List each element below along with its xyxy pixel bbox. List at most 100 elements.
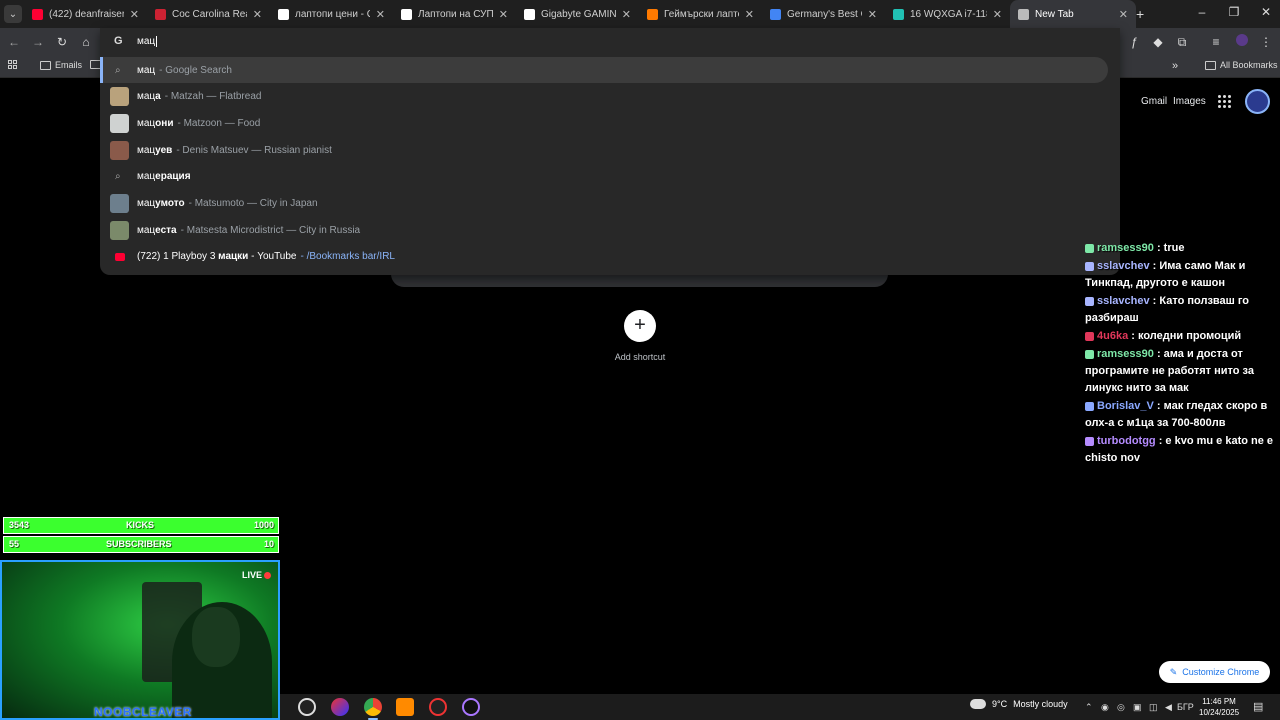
tray-app-icon[interactable]: ◎ bbox=[1117, 702, 1125, 713]
back-icon[interactable]: ← bbox=[6, 34, 22, 50]
tab-close-icon[interactable]: ✕ bbox=[868, 8, 877, 21]
function-icon[interactable]: ƒ bbox=[1126, 34, 1142, 50]
restore-button[interactable]: ❐ bbox=[1222, 5, 1246, 19]
more-bookmarks-button[interactable]: » bbox=[1172, 60, 1178, 72]
home-icon[interactable]: ⌂ bbox=[78, 34, 94, 50]
suggestion-thumbnail bbox=[110, 220, 129, 240]
omnibox-input[interactable]: мац bbox=[137, 36, 157, 47]
omnibox-suggestion[interactable]: мацуев - Denis Matsuev — Russian pianist bbox=[100, 137, 1108, 163]
folder-icon bbox=[1205, 60, 1216, 70]
omnibox-suggestion[interactable]: ⌕ мацерация bbox=[100, 164, 1108, 190]
suggestion-query-typed: (722) 1 Playboy 3 bbox=[137, 251, 219, 263]
browser-tab[interactable]: Germany's Best Gam ✕ bbox=[762, 0, 885, 28]
tab-favicon-icon bbox=[1018, 8, 1029, 20]
browser-tab[interactable]: Лаптопи на СУПЕР Ц ✕ bbox=[393, 0, 516, 28]
taskbar-app-icon[interactable] bbox=[429, 698, 447, 716]
suggestion-bookmark-path: - /Bookmarks bar/IRL bbox=[300, 251, 395, 263]
all-bookmarks-folder[interactable]: All Bookmarks bbox=[1205, 60, 1278, 70]
notifications-icon[interactable]: ▤ bbox=[1253, 700, 1263, 713]
tab-close-icon[interactable]: ✕ bbox=[499, 8, 508, 21]
tab-close-icon[interactable]: ✕ bbox=[622, 8, 631, 21]
chat-message: ramsess90 : ама и доста от програмите не… bbox=[1085, 346, 1275, 397]
tab-close-icon[interactable]: ✕ bbox=[993, 8, 1002, 21]
subs-goal: 10 bbox=[263, 539, 274, 549]
extensions-puzzle-icon[interactable]: ⧉ bbox=[1174, 34, 1190, 50]
kicks-current: 3543 bbox=[9, 520, 30, 530]
suggestion-text: мацеста - Matsesta Microdistrict — City i… bbox=[137, 225, 360, 236]
tab-close-icon[interactable]: ✕ bbox=[745, 8, 754, 21]
add-shortcut-label: Add shortcut bbox=[614, 352, 666, 362]
weather-widget[interactable]: 9°C Mostly cloudy bbox=[970, 699, 1068, 709]
tray-chevron-icon[interactable]: ⌃ bbox=[1085, 702, 1093, 713]
browser-tab[interactable]: лаптопи цени - Goo ✕ bbox=[270, 0, 393, 28]
tab-search-button[interactable]: ⌄ bbox=[4, 5, 22, 23]
omnibox-suggestion[interactable]: ⌕ мац - Google Search bbox=[100, 57, 1108, 83]
taskbar-app-icon[interactable] bbox=[462, 698, 480, 716]
browser-tab[interactable]: (422) deanfraiser ✕ bbox=[24, 0, 147, 28]
apps-shortcut-icon[interactable] bbox=[8, 60, 17, 69]
folder-icon bbox=[40, 60, 51, 70]
volume-icon[interactable]: ◀ bbox=[1165, 702, 1172, 713]
chat-text: : коледни промоций bbox=[1128, 330, 1242, 342]
suggestion-description: - Matzoon — Food bbox=[177, 117, 261, 129]
suggestion-query-typed: мац bbox=[137, 171, 156, 183]
suggestion-query: мацерация bbox=[137, 171, 191, 182]
suggestion-text: мацумото - Matsumoto — City in Japan bbox=[137, 198, 318, 209]
images-link[interactable]: Images bbox=[1173, 96, 1206, 107]
chat-badge-icon bbox=[1085, 261, 1094, 271]
reload-icon[interactable]: ↻ bbox=[54, 34, 70, 50]
tab-title: Gigabyte GAMING A bbox=[541, 8, 616, 20]
gmail-link[interactable]: Gmail bbox=[1141, 96, 1167, 107]
omnibox-suggestion[interactable]: (722) 1 Playboy 3 мацки - YouTube - /Book… bbox=[100, 244, 1108, 270]
tab-strip: ⌄ (422) deanfraiser ✕ Coc Carolina Reaper ✕… bbox=[0, 0, 1280, 28]
tab-close-icon[interactable]: ✕ bbox=[376, 8, 385, 21]
close-window-button[interactable]: ✕ bbox=[1254, 5, 1278, 19]
tab-close-icon[interactable]: ✕ bbox=[130, 8, 139, 21]
taskbar-app-icon[interactable] bbox=[396, 698, 414, 716]
new-tab-button[interactable]: + bbox=[1136, 6, 1144, 22]
google-apps-icon[interactable] bbox=[1218, 95, 1232, 109]
browser-tab[interactable]: Coc Carolina Reaper ✕ bbox=[147, 0, 270, 28]
media-controls-icon[interactable]: ≡ bbox=[1208, 34, 1224, 50]
browser-tab[interactable]: Геймърски лаптопи ✕ bbox=[639, 0, 762, 28]
omnibox-suggestion[interactable]: мацони - Matzoon — Food bbox=[100, 110, 1108, 136]
omnibox-suggestion[interactable]: мацеста - Matsesta Microdistrict — City i… bbox=[100, 217, 1108, 243]
tray-app-icon[interactable]: ◉ bbox=[1101, 702, 1109, 713]
suggestion-query-completion: мацки bbox=[218, 251, 249, 263]
network-icon[interactable]: ◫ bbox=[1149, 702, 1158, 713]
browser-tab[interactable]: Gigabyte GAMING A ✕ bbox=[516, 0, 639, 28]
chat-badge-icon bbox=[1085, 401, 1094, 411]
customize-chrome-button[interactable]: ✎ Customize Chrome bbox=[1159, 661, 1270, 683]
omnibox-suggestion[interactable]: маца - Matzah — Flatbread bbox=[100, 84, 1108, 110]
suggestion-text: мацерация bbox=[137, 171, 191, 182]
all-bookmarks-label: All Bookmarks bbox=[1220, 60, 1278, 70]
chrome-taskbar-icon[interactable] bbox=[364, 698, 382, 716]
suggestion-query-completion: уев bbox=[155, 144, 173, 156]
youtube-icon bbox=[115, 252, 125, 261]
account-avatar[interactable] bbox=[1245, 89, 1270, 114]
subs-label: SUBSCRIBERS bbox=[106, 539, 172, 549]
streamer-head bbox=[192, 607, 240, 667]
minimize-button[interactable]: – bbox=[1190, 5, 1214, 19]
omnibox-suggestion[interactable]: мацумото - Matsumoto — City in Japan bbox=[100, 191, 1108, 217]
suggestion-query-completion: они bbox=[155, 117, 174, 129]
tab-close-icon[interactable]: ✕ bbox=[253, 8, 262, 21]
tray-app-icon[interactable]: ▣ bbox=[1133, 702, 1142, 713]
browser-tab[interactable]: 16 WQXGA i7-11800 ✕ bbox=[885, 0, 1010, 28]
add-shortcut-button[interactable]: + bbox=[624, 310, 656, 342]
forward-icon[interactable]: → bbox=[30, 34, 46, 50]
taskbar-app-icon[interactable] bbox=[331, 698, 349, 716]
language-indicator[interactable]: БГР bbox=[1177, 702, 1194, 712]
profile-icon[interactable] bbox=[1234, 34, 1250, 50]
extension-icon[interactable]: ◆ bbox=[1150, 34, 1166, 50]
tab-close-icon[interactable]: ✕ bbox=[1119, 8, 1128, 21]
system-clock[interactable]: 11:46 PM 10/24/2025 bbox=[1199, 696, 1239, 718]
taskbar-app-icon[interactable] bbox=[298, 698, 316, 716]
menu-icon[interactable]: ⋮ bbox=[1258, 34, 1274, 50]
suggestion-query: мацони bbox=[137, 118, 173, 129]
browser-tab[interactable]: New Tab ✕ bbox=[1010, 0, 1136, 28]
subscribers-goal-bar: 55 SUBSCRIBERS 10 bbox=[3, 536, 279, 553]
omnibox[interactable]: G мац bbox=[100, 28, 1120, 56]
bookmark-folder-emails[interactable]: Emails bbox=[40, 60, 82, 70]
suggestion-query-typed: мац bbox=[137, 198, 156, 209]
